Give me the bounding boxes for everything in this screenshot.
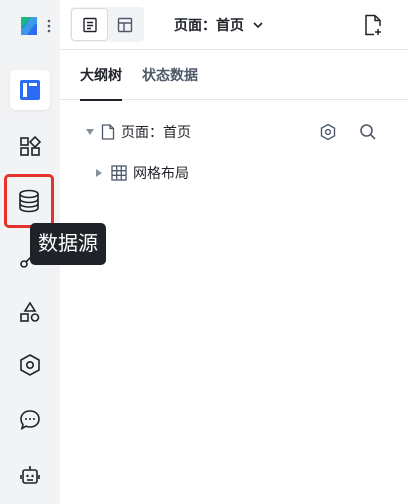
app-logo-icon[interactable] <box>17 14 41 38</box>
sidebar-item-outline[interactable] <box>10 70 50 110</box>
file-icon <box>101 124 115 140</box>
sidebar-item-shapes[interactable] <box>10 292 50 332</box>
tree-row-grid-layout[interactable]: 网格布局 <box>60 158 409 188</box>
chevron-down-icon <box>253 22 263 29</box>
hexagon-settings-icon <box>20 354 40 376</box>
list-view-button[interactable] <box>72 9 107 40</box>
components-icon <box>20 135 41 156</box>
tab-state-data[interactable]: 状态数据 <box>142 50 198 100</box>
shapes-icon <box>20 301 40 322</box>
panel-tabs: 大纲树 状态数据 <box>60 50 409 101</box>
top-bar: 页面：首页 <box>60 0 409 50</box>
sidebar-item-settings[interactable] <box>10 345 50 385</box>
page-selector[interactable]: 页面：首页 <box>174 13 264 37</box>
database-icon <box>19 189 39 213</box>
sidebar-item-comments[interactable] <box>10 400 50 440</box>
tree-root-label: 页面：首页 <box>121 124 191 140</box>
caret-expanded-icon[interactable] <box>85 127 95 137</box>
tree-child-label: 网格布局 <box>133 165 189 181</box>
layout-view-button[interactable] <box>107 9 142 40</box>
robot-icon <box>20 466 40 484</box>
more-vertical-icon[interactable] <box>46 18 52 34</box>
add-page-icon[interactable] <box>363 14 383 36</box>
sidebar-item-components[interactable] <box>10 126 50 166</box>
sidebar-item-datasource[interactable] <box>4 174 54 228</box>
tree-search-button[interactable] <box>358 122 378 142</box>
datasource-tooltip: 数据源 <box>30 223 106 265</box>
page-selector-label: 页面：首页 <box>174 17 244 33</box>
chat-icon <box>20 410 40 431</box>
sidebar-item-assistant[interactable] <box>10 456 50 496</box>
search-icon <box>360 124 376 140</box>
layout-panel-icon <box>20 80 40 100</box>
hexagon-settings-icon <box>320 123 336 141</box>
view-toggle <box>70 7 144 42</box>
document-list-icon <box>82 17 97 32</box>
layout-grid-icon <box>117 17 132 32</box>
caret-collapsed-icon[interactable] <box>94 168 104 178</box>
grid-icon <box>111 165 127 181</box>
tab-outline-tree[interactable]: 大纲树 <box>80 50 122 101</box>
tree-settings-button[interactable] <box>318 122 338 142</box>
tree-row-root[interactable]: 页面：首页 <box>60 117 409 147</box>
